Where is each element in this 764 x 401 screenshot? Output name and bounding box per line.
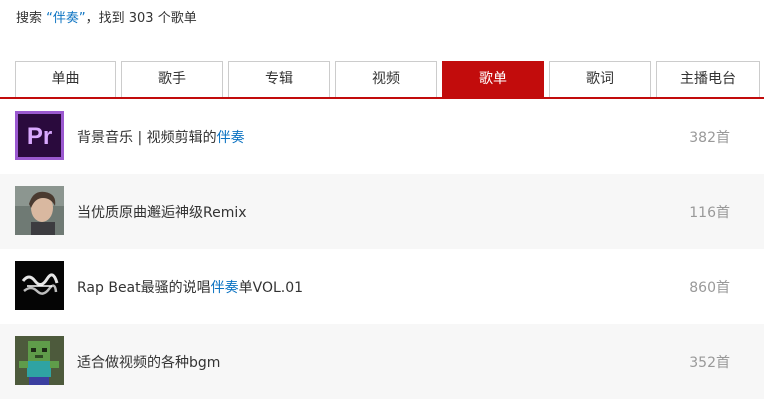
list-item: 当优质原曲邂逅神级Remix 116首 — [0, 174, 764, 249]
tab-albums[interactable]: 专辑 — [228, 61, 330, 97]
playlist-cover[interactable]: Pr — [15, 111, 64, 160]
premiere-pro-icon: Pr — [15, 111, 64, 160]
playlist-cover[interactable] — [15, 336, 64, 385]
summary-suffix: ，找到 303 个歌单 — [85, 11, 197, 26]
tab-videos[interactable]: 视频 — [335, 61, 437, 97]
tab-songs[interactable]: 单曲 — [15, 61, 116, 97]
minecraft-zombie-icon — [15, 336, 64, 385]
track-count: 382首 — [689, 130, 730, 146]
list-item: 适合做视频的各种bgm 352首 — [0, 324, 764, 399]
playlist-cover[interactable] — [15, 186, 64, 235]
list-item: Pr 背景音乐 | 视频剪辑的伴奏 382首 — [0, 99, 764, 174]
summary-prefix: 搜索 — [16, 11, 47, 26]
tab-playlists[interactable]: 歌单 — [442, 61, 544, 97]
track-count: 352首 — [689, 355, 730, 371]
svg-text:Pr: Pr — [27, 123, 52, 150]
tab-radio[interactable]: 主播电台 — [656, 61, 760, 97]
playlist-title[interactable]: 背景音乐 | 视频剪辑的伴奏 — [77, 127, 245, 147]
tab-artists[interactable]: 歌手 — [121, 61, 223, 97]
playlist-cover[interactable] — [15, 261, 64, 310]
playlist-list: Pr 背景音乐 | 视频剪辑的伴奏 382首 当优质原曲邂逅神级Remix 11… — [0, 99, 764, 399]
tab-lyrics[interactable]: 歌词 — [549, 61, 651, 97]
playlist-title[interactable]: Rap Beat最骚的说唱伴奏单VOL.01 — [77, 277, 303, 297]
track-count: 860首 — [689, 280, 730, 296]
track-count: 116首 — [689, 205, 730, 221]
graffiti-logo-icon — [15, 261, 64, 310]
playlist-title[interactable]: 当优质原曲邂逅神级Remix — [77, 202, 247, 222]
summary-keyword: “伴奏” — [46, 11, 86, 26]
portrait-photo-icon — [15, 186, 64, 235]
search-summary: 搜索 “伴奏”，找到 303 个歌单 — [16, 7, 197, 26]
playlist-title[interactable]: 适合做视频的各种bgm — [77, 352, 220, 372]
result-type-tabs: 单曲 歌手 专辑 视频 歌单 歌词 主播电台 — [15, 61, 764, 97]
list-item: Rap Beat最骚的说唱伴奏单VOL.01 860首 — [0, 249, 764, 324]
